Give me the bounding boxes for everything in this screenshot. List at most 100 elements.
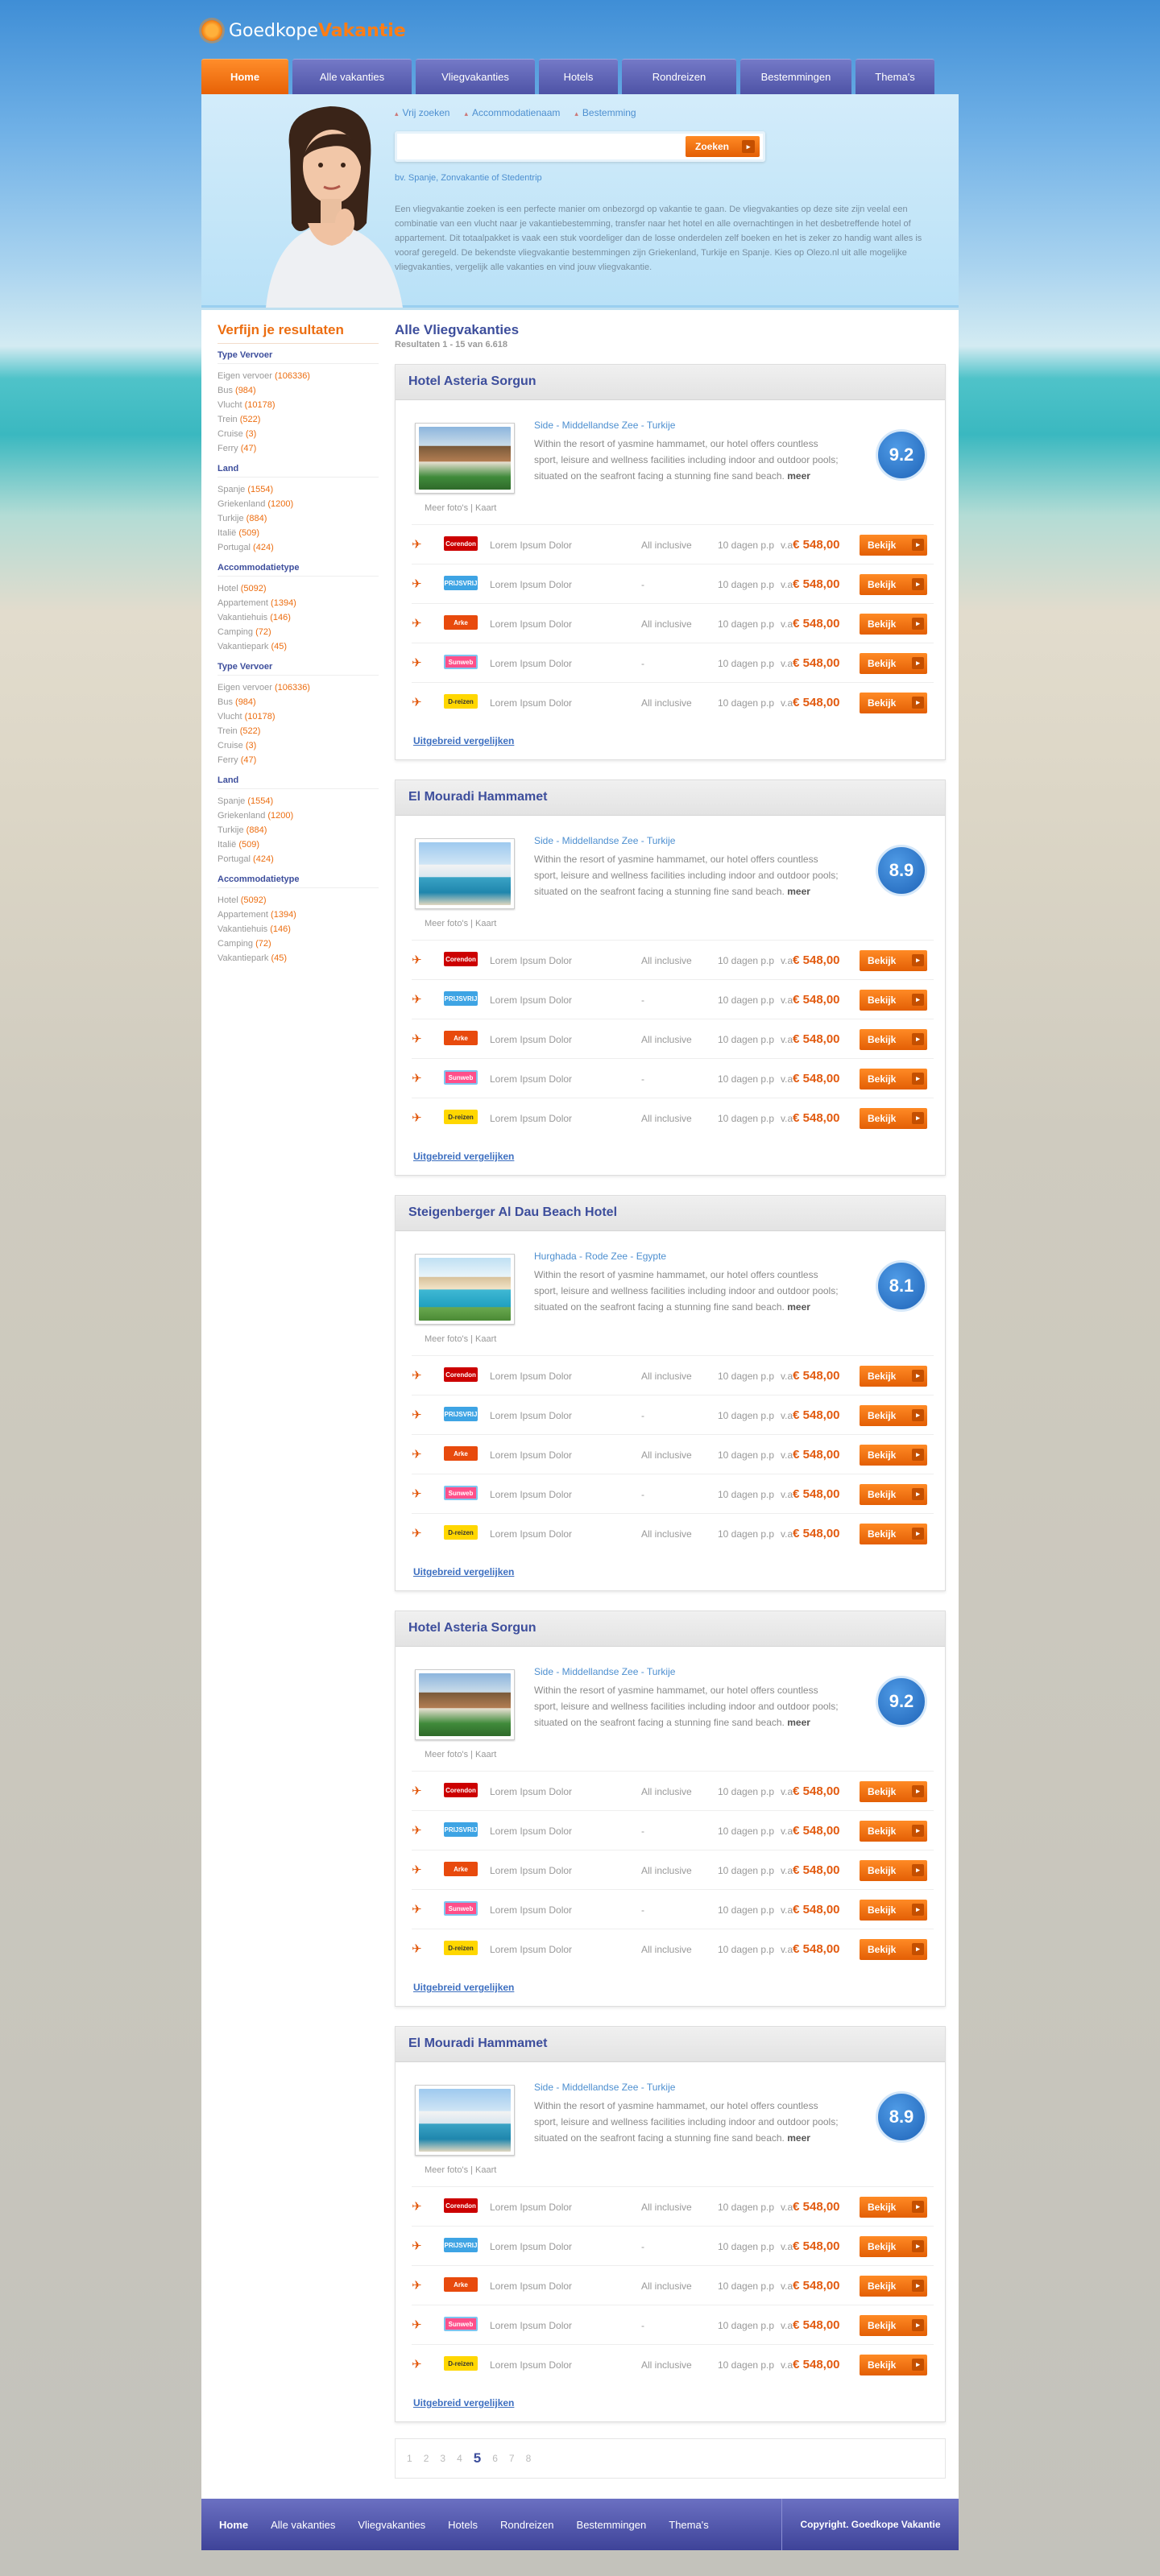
filter-item[interactable]: Griekenland (1200) [218, 497, 379, 511]
page-link-8[interactable]: 8 [526, 2453, 532, 2464]
filter-item[interactable]: Italië (509) [218, 837, 379, 852]
view-offer-button[interactable]: Bekijk [860, 535, 927, 556]
filter-item[interactable]: Ferry (47) [218, 753, 379, 767]
hotel-name[interactable]: El Mouradi Hammamet [396, 780, 945, 816]
search-hint[interactable]: bv. Spanje, Zonvakantie of Stedentrip [395, 173, 542, 183]
provider-logo[interactable]: Arke [444, 1031, 478, 1045]
filter-item[interactable]: Turkije (884) [218, 823, 379, 837]
photo-map-links[interactable]: Meer foto's | Kaart [425, 2165, 496, 2175]
view-offer-button[interactable]: Bekijk [860, 1781, 927, 1802]
view-offer-button[interactable]: Bekijk [860, 1069, 927, 1090]
view-offer-button[interactable]: Bekijk [860, 1860, 927, 1881]
filter-item[interactable]: Spanje (1554) [218, 482, 379, 497]
filter-item[interactable]: Spanje (1554) [218, 794, 379, 808]
filter-item[interactable]: Vakantiepark (45) [218, 951, 379, 965]
provider-logo[interactable]: Corendon [444, 1783, 478, 1797]
hotel-photo[interactable] [415, 423, 515, 494]
view-offer-button[interactable]: Bekijk [860, 990, 927, 1011]
filter-item[interactable]: Portugal (424) [218, 540, 379, 555]
filter-item[interactable]: Vakantiehuis (146) [218, 922, 379, 937]
view-offer-button[interactable]: Bekijk [860, 2236, 927, 2257]
photo-map-links[interactable]: Meer foto's | Kaart [425, 919, 496, 928]
view-offer-button[interactable]: Bekijk [860, 1405, 927, 1426]
photo-map-links[interactable]: Meer foto's | Kaart [425, 1334, 496, 1344]
hotel-photo[interactable] [415, 2085, 515, 2156]
provider-logo[interactable]: Sunweb [444, 1070, 478, 1085]
filter-item[interactable]: Vlucht (10178) [218, 709, 379, 724]
filter-item[interactable]: Eigen vervoer (106336) [218, 680, 379, 695]
hotel-name[interactable]: El Mouradi Hammamet [396, 2027, 945, 2062]
filter-item[interactable]: Hotel (5092) [218, 581, 379, 596]
filter-item[interactable]: Griekenland (1200) [218, 808, 379, 823]
filter-item[interactable]: Camping (72) [218, 937, 379, 951]
provider-logo[interactable]: Corendon [444, 952, 478, 966]
view-offer-button[interactable]: Bekijk [860, 1524, 927, 1544]
page-link-1[interactable]: 1 [407, 2453, 412, 2464]
provider-logo[interactable]: Arke [444, 615, 478, 630]
page-link-6[interactable]: 6 [492, 2453, 498, 2464]
filter-item[interactable]: Appartement (1394) [218, 596, 379, 610]
footer-link-thema-s[interactable]: Thema's [669, 2519, 708, 2531]
filter-item[interactable]: Cruise (3) [218, 427, 379, 441]
view-offer-button[interactable]: Bekijk [860, 950, 927, 971]
provider-logo[interactable]: PRIJSVRIJ [444, 2238, 478, 2252]
filter-item[interactable]: Hotel (5092) [218, 893, 379, 908]
filter-item[interactable]: Trein (522) [218, 412, 379, 427]
provider-logo[interactable]: D-reizen [444, 2356, 478, 2371]
provider-logo[interactable]: D-reizen [444, 1110, 478, 1124]
filter-item[interactable]: Eigen vervoer (106336) [218, 369, 379, 383]
view-offer-button[interactable]: Bekijk [860, 2315, 927, 2336]
filter-item[interactable]: Bus (984) [218, 695, 379, 709]
provider-logo[interactable]: Arke [444, 1446, 478, 1461]
footer-link-alle-vakanties[interactable]: Alle vakanties [271, 2519, 335, 2531]
hotel-location[interactable]: Side - Middellandse Zee - Turkije [534, 420, 675, 431]
provider-logo[interactable]: Arke [444, 2277, 478, 2292]
view-offer-button[interactable]: Bekijk [860, 574, 927, 595]
hotel-photo[interactable] [415, 1254, 515, 1325]
filter-item[interactable]: Italië (509) [218, 526, 379, 540]
compare-link[interactable]: Uitgebreid vergelijken [413, 1151, 514, 1162]
filter-item[interactable]: Trein (522) [218, 724, 379, 738]
tab-free-search[interactable]: Vrij zoeken [395, 107, 450, 118]
view-offer-button[interactable]: Bekijk [860, 693, 927, 713]
view-offer-button[interactable]: Bekijk [860, 2197, 927, 2218]
provider-logo[interactable]: Sunweb [444, 1901, 478, 1916]
page-link-3[interactable]: 3 [440, 2453, 445, 2464]
provider-logo[interactable]: PRIJSVRIJ [444, 1822, 478, 1837]
nav-item-hotels[interactable]: Hotels [539, 59, 618, 94]
provider-logo[interactable]: Sunweb [444, 2317, 478, 2331]
provider-logo[interactable]: Corendon [444, 2198, 478, 2213]
hotel-location[interactable]: Hurghada - Rode Zee - Egypte [534, 1251, 666, 1262]
provider-logo[interactable]: Corendon [444, 1367, 478, 1382]
page-link-2[interactable]: 2 [424, 2453, 429, 2464]
footer-link-home[interactable]: Home [219, 2519, 248, 2531]
view-offer-button[interactable]: Bekijk [860, 2276, 927, 2297]
more-link[interactable]: meer [787, 2132, 810, 2144]
provider-logo[interactable]: Sunweb [444, 655, 478, 669]
hotel-photo[interactable] [415, 838, 515, 909]
page-link-4[interactable]: 4 [457, 2453, 462, 2464]
search-button[interactable]: Zoeken ▸ [686, 136, 760, 157]
compare-link[interactable]: Uitgebreid vergelijken [413, 2397, 514, 2409]
footer-link-bestemmingen[interactable]: Bestemmingen [577, 2519, 647, 2531]
hotel-name[interactable]: Steigenberger Al Dau Beach Hotel [396, 1196, 945, 1231]
filter-item[interactable]: Turkije (884) [218, 511, 379, 526]
hotel-photo[interactable] [415, 1669, 515, 1740]
compare-link[interactable]: Uitgebreid vergelijken [413, 1566, 514, 1577]
filter-item[interactable]: Ferry (47) [218, 441, 379, 456]
provider-logo[interactable]: Sunweb [444, 1486, 478, 1500]
filter-item[interactable]: Vlucht (10178) [218, 398, 379, 412]
more-link[interactable]: meer [787, 886, 810, 897]
nav-item-rondreizen[interactable]: Rondreizen [622, 59, 736, 94]
nav-item-alle-vakanties[interactable]: Alle vakanties [292, 59, 412, 94]
nav-item-thema-s[interactable]: Thema's [856, 59, 934, 94]
compare-link[interactable]: Uitgebreid vergelijken [413, 735, 514, 746]
hotel-name[interactable]: Hotel Asteria Sorgun [396, 1611, 945, 1647]
view-offer-button[interactable]: Bekijk [860, 1366, 927, 1387]
view-offer-button[interactable]: Bekijk [860, 1939, 927, 1960]
more-link[interactable]: meer [787, 470, 810, 482]
provider-logo[interactable]: D-reizen [444, 1941, 478, 1955]
filter-item[interactable]: Appartement (1394) [218, 908, 379, 922]
nav-item-vliegvakanties[interactable]: Vliegvakanties [416, 59, 535, 94]
filter-item[interactable]: Vakantiepark (45) [218, 639, 379, 654]
